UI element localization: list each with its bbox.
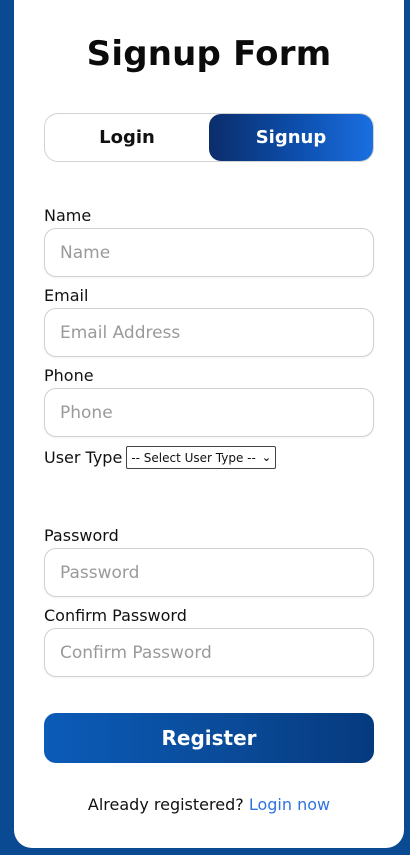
phone-label: Phone <box>44 366 94 385</box>
user-type-selected: -- Select User Type -- <box>131 450 256 465</box>
user-type-label: User Type <box>44 448 123 467</box>
email-label: Email <box>44 286 89 305</box>
name-field[interactable] <box>44 228 374 277</box>
register-button[interactable]: Register <box>44 713 374 763</box>
password-field[interactable] <box>44 548 374 597</box>
confirm-password-label: Confirm Password <box>44 606 187 625</box>
login-now-link[interactable]: Login now <box>249 795 330 814</box>
tab-login[interactable]: Login <box>45 114 209 161</box>
email-field[interactable] <box>44 308 374 357</box>
page-title: Signup Form <box>86 34 332 74</box>
footer-text: Already registered? <box>87 795 244 814</box>
auth-toggle: Login Signup <box>44 113 374 162</box>
user-type-row: User Type -- Select User Type -- ⌄ <box>44 446 277 469</box>
tab-signup[interactable]: Signup <box>209 114 373 161</box>
confirm-password-field[interactable] <box>44 628 374 677</box>
footer-login-prompt: Already registered? Login now <box>14 795 404 814</box>
phone-field[interactable] <box>44 388 374 437</box>
user-type-select[interactable]: -- Select User Type -- ⌄ <box>126 446 277 469</box>
password-label: Password <box>44 526 119 545</box>
chevron-down-icon: ⌄ <box>261 451 272 464</box>
name-label: Name <box>44 206 92 225</box>
